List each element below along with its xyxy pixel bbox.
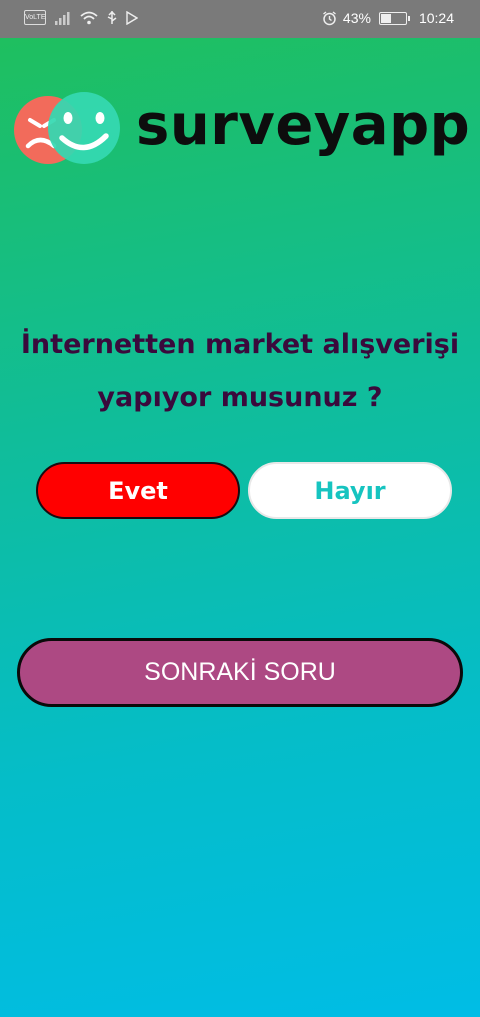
yes-button[interactable]: Evet	[36, 462, 240, 519]
battery-percent: 43%	[342, 10, 371, 26]
no-button[interactable]: Hayır	[248, 462, 452, 519]
question-text: İnternetten market alışverişi yapıyor mu…	[10, 318, 470, 424]
play-store-icon	[126, 10, 138, 25]
survey-screen: surveyapp İnternetten market alışverişi …	[0, 38, 480, 1017]
volte-icon: VoLTE	[24, 10, 46, 25]
battery-fill	[380, 13, 391, 23]
status-bar: VoLTE 43% 10:24	[0, 0, 480, 38]
question-line-2: yapıyor musunuz ?	[97, 382, 383, 413]
question-line-1: İnternetten market alışverişi	[20, 329, 460, 360]
battery-icon	[378, 11, 410, 25]
surveyapp-logo-icon	[14, 92, 120, 164]
signal-icon	[55, 11, 70, 25]
alarm-icon	[322, 10, 336, 25]
status-right: 43% 10:24	[322, 10, 454, 26]
status-left: VoLTE	[24, 10, 138, 25]
happy-face-icon	[48, 92, 120, 164]
brand-title: surveyapp	[136, 93, 471, 158]
usb-icon	[107, 10, 117, 24]
wifi-icon	[80, 11, 98, 24]
clock: 10:24	[418, 10, 454, 26]
next-question-button[interactable]: SONRAKİ SORU	[17, 638, 463, 707]
